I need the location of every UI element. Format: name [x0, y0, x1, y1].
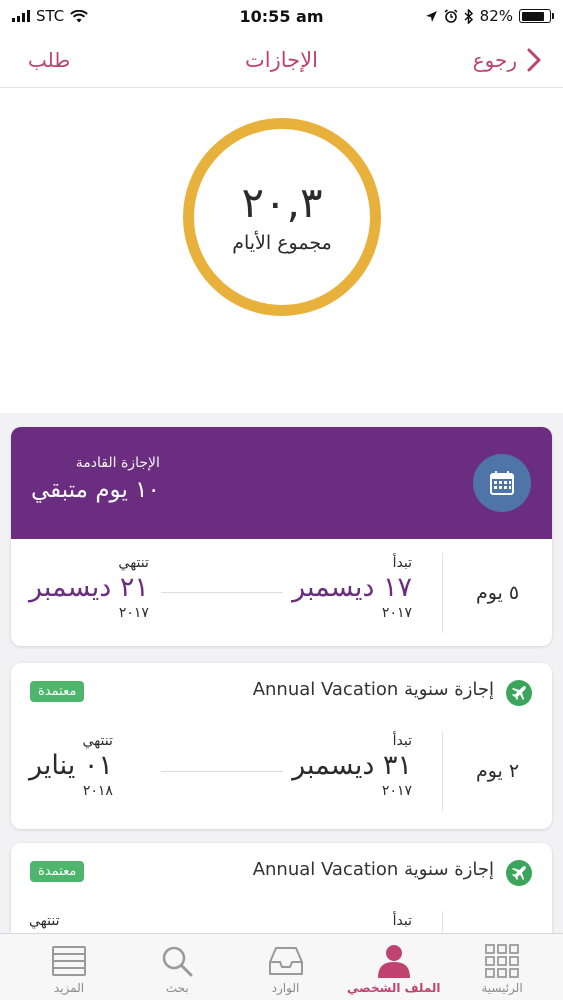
- request-label: طلب: [28, 47, 71, 72]
- inbox-tray-icon: [268, 947, 303, 975]
- back-button[interactable]: رجوع: [473, 48, 541, 72]
- start-label: تبدأ: [392, 913, 412, 929]
- total-days-value: ٢٠,٣: [241, 177, 323, 227]
- summary-section: ٢٠,٣ مجموع الأيام: [0, 88, 563, 413]
- status-badge: معتمدة: [30, 861, 85, 882]
- request-button[interactable]: طلب: [28, 48, 70, 72]
- tab-more[interactable]: المزيد: [34, 934, 104, 1000]
- duration-days: ٥ يوم: [442, 553, 552, 633]
- vacation-card[interactable]: إجازة سنوية Annual Vacation معتمدة تبدأ …: [11, 843, 552, 933]
- alarm-icon: [444, 9, 458, 23]
- airplane-icon: [506, 680, 532, 706]
- battery-fill: [521, 11, 544, 21]
- battery-icon: [519, 9, 554, 23]
- profile-icon: [377, 945, 410, 978]
- total-days-label: مجموع الأيام: [232, 232, 332, 255]
- tab-label: الوارد: [271, 981, 300, 995]
- date-connector-line: [161, 592, 283, 593]
- end-label: تنتهي: [118, 555, 149, 571]
- location-arrow-icon: [425, 10, 437, 22]
- vacation-card-header: إجازة سنوية Annual Vacation معتمدة: [11, 663, 552, 721]
- start-date-block: تبدأ ١٧ ديسمبر ٢٠١٧: [292, 555, 412, 621]
- status-left: STC: [12, 7, 89, 25]
- remaining-days: ١٠ يوم متبقي: [31, 477, 160, 503]
- menu-lines-icon: [52, 946, 86, 976]
- tab-label: بحث: [165, 981, 189, 995]
- tab-inbox[interactable]: الوارد: [251, 934, 321, 1000]
- tab-label: الرئيسية: [481, 981, 523, 995]
- calendar-icon: [490, 471, 514, 495]
- wifi-icon: [70, 9, 89, 22]
- tab-bar: المزيد بحث الوارد الملف الشخصي الرئيسية: [0, 933, 563, 1000]
- end-date-block: تنتهي: [29, 913, 59, 929]
- bluetooth-icon: [464, 8, 473, 24]
- end-label: تنتهي: [29, 913, 60, 929]
- tab-label: الملف الشخصي: [347, 981, 441, 995]
- date-connector-line: [161, 771, 283, 772]
- vacation-title: إجازة سنوية Annual Vacation: [252, 679, 494, 700]
- vacation-list[interactable]: الإجازة القادمة ١٠ يوم متبقي ٥ يوم تبدأ: [0, 413, 563, 933]
- end-date-block: تنتهي ٠١ يناير ٢٠١٨: [29, 733, 113, 799]
- chevron-right-icon: [527, 48, 541, 71]
- vacation-card[interactable]: إجازة سنوية Annual Vacation معتمدة ٢ يوم…: [11, 663, 552, 829]
- start-label: تبدأ: [392, 555, 412, 571]
- start-date: ٣١ ديسمبر: [292, 750, 412, 781]
- duration-days: [442, 911, 552, 933]
- upcoming-header: الإجازة القادمة ١٠ يوم متبقي: [11, 427, 552, 539]
- search-icon: [163, 946, 193, 977]
- upcoming-text: الإجازة القادمة ١٠ يوم متبقي: [31, 455, 160, 503]
- vacation-detail: تبدأ تنتهي: [11, 901, 552, 933]
- upcoming-heading: الإجازة القادمة: [75, 455, 160, 471]
- end-label: تنتهي: [82, 733, 113, 749]
- end-date-block: تنتهي ٢١ ديسمبر ٢٠١٧: [29, 555, 149, 621]
- duration-days: ٢ يوم: [442, 731, 552, 811]
- start-year: ٢٠١٧: [381, 782, 412, 799]
- tab-profile[interactable]: الملف الشخصي: [347, 934, 441, 1000]
- end-date: ٠١ يناير: [29, 750, 113, 781]
- tab-search[interactable]: بحث: [142, 934, 212, 1000]
- end-date: ٢١ ديسمبر: [29, 572, 149, 603]
- vacation-detail: ٢ يوم تبدأ ٣١ ديسمبر ٢٠١٧ تنتهي ٠١ يناير…: [11, 721, 552, 829]
- tab-label: المزيد: [53, 981, 85, 995]
- start-date: ١٧ ديسمبر: [292, 572, 412, 603]
- status-bar: STC 10:55 am 82%: [0, 0, 563, 32]
- total-days-ring: ٢٠,٣ مجموع الأيام: [183, 118, 381, 316]
- start-date-block: تبدأ: [393, 913, 412, 929]
- start-year: ٢٠١٧: [381, 604, 412, 621]
- end-year: ٢٠١٧: [118, 604, 149, 621]
- status-right: 82%: [425, 7, 554, 25]
- status-badge: معتمدة: [30, 681, 85, 702]
- nav-bar: طلب الإجازات رجوع: [0, 32, 563, 88]
- upcoming-vacation-card[interactable]: الإجازة القادمة ١٠ يوم متبقي ٥ يوم تبدأ: [11, 427, 552, 646]
- vacation-card-header: إجازة سنوية Annual Vacation معتمدة: [11, 843, 552, 901]
- tab-home[interactable]: الرئيسية: [467, 934, 537, 1000]
- calendar-badge: [473, 454, 531, 512]
- upcoming-detail: ٥ يوم تبدأ ١٧ ديسمبر ٢٠١٧ تنتهي ٢١ ديسمب…: [11, 539, 552, 646]
- airplane-icon: [506, 860, 532, 886]
- end-year: ٢٠١٨: [82, 782, 113, 799]
- start-date-block: تبدأ ٣١ ديسمبر ٢٠١٧: [292, 733, 412, 799]
- battery-percent: 82%: [479, 7, 513, 25]
- start-label: تبدأ: [392, 733, 412, 749]
- grid-icon: [485, 944, 519, 978]
- vacation-title: إجازة سنوية Annual Vacation: [252, 859, 494, 880]
- signal-icon: [12, 10, 30, 22]
- back-label: رجوع: [472, 47, 517, 72]
- carrier-name: STC: [36, 7, 65, 25]
